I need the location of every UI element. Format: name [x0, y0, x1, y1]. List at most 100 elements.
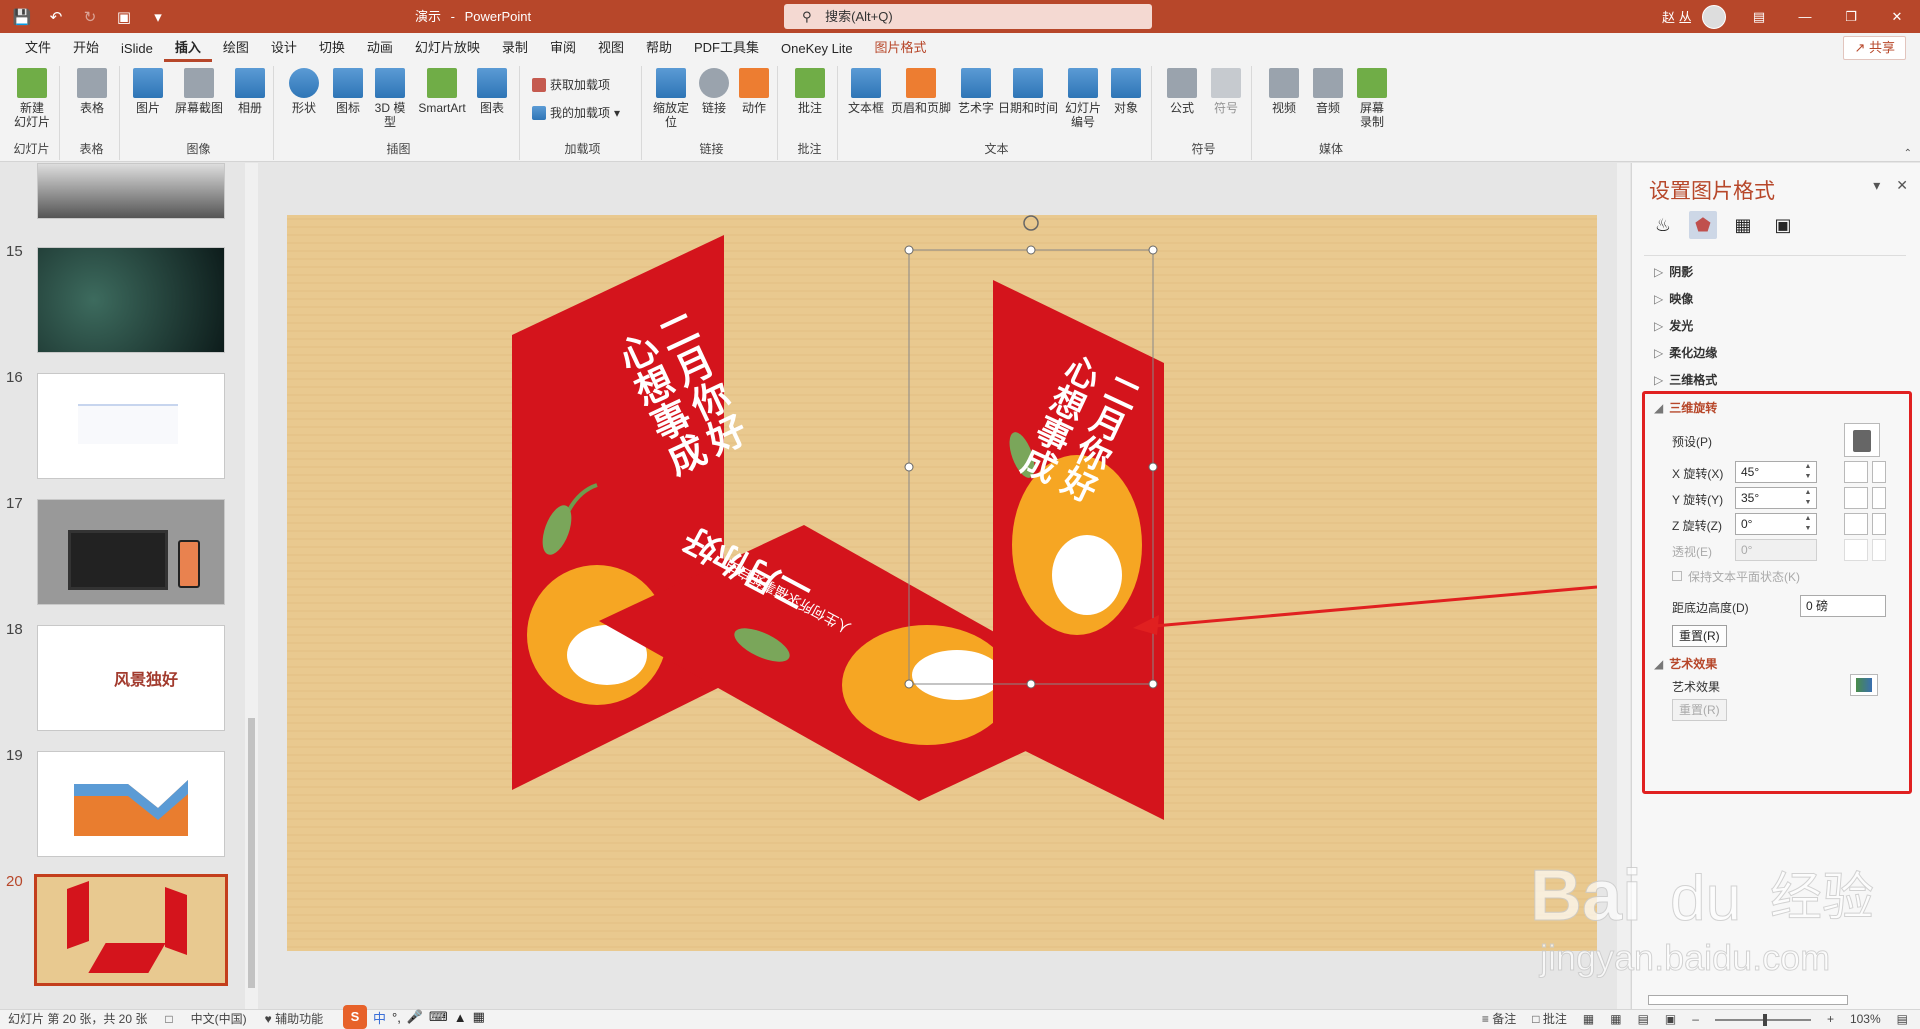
date-time-button[interactable]: 日期和时间 [998, 68, 1058, 115]
accessibility-status[interactable]: ♥ 辅助功能 [265, 1010, 323, 1029]
table-button[interactable]: 表格 [72, 68, 112, 115]
tab-3[interactable]: 插入 [163, 37, 212, 62]
tab-14[interactable]: OneKey Lite [770, 41, 864, 62]
tab-8[interactable]: 幻灯片放映 [404, 37, 491, 62]
slideshow-icon[interactable]: ▣ [1665, 1010, 1676, 1029]
comment-button[interactable]: 批注 [792, 68, 828, 115]
ime-mode[interactable]: 中 [373, 1008, 386, 1027]
reading-view-icon[interactable]: ▤ [1638, 1010, 1649, 1029]
sogou-icon[interactable]: S [343, 1005, 367, 1029]
wordart-button[interactable]: 艺术字 [956, 68, 996, 115]
zoom-level[interactable]: 103% [1850, 1010, 1881, 1029]
textbox-button[interactable]: 文本框 [846, 68, 886, 115]
tab-12[interactable]: 帮助 [635, 37, 683, 62]
zoom-out-icon[interactable]: – [1692, 1010, 1699, 1029]
tab-10[interactable]: 审阅 [539, 37, 587, 62]
tab-0[interactable]: 文件 [14, 37, 62, 62]
link-button[interactable]: 链接 [696, 68, 732, 115]
save-icon[interactable]: 💾 [12, 8, 32, 26]
picture-tab-icon[interactable]: ▣ [1769, 211, 1797, 239]
size-properties-tab-icon[interactable]: ▦ [1729, 211, 1757, 239]
skin-icon[interactable]: ▲ [454, 1010, 467, 1025]
tab-9[interactable]: 录制 [491, 37, 539, 62]
restore-icon[interactable]: ❐ [1828, 0, 1874, 33]
chart-button[interactable]: 图表 [474, 68, 510, 115]
scroll-thumb[interactable] [248, 718, 255, 988]
shapes-button[interactable]: 形状 [286, 68, 322, 115]
close-icon[interactable]: ✕ [1874, 0, 1920, 33]
thumbnail-scrollbar[interactable] [245, 163, 258, 1009]
thumbnail-row[interactable]: 17 [0, 495, 262, 605]
thumbnail-14[interactable] [37, 163, 225, 219]
user-area[interactable]: 赵 丛 [1662, 0, 1726, 33]
my-addins-button[interactable]: 我的加载项 ▾ [532, 106, 620, 120]
tab-5[interactable]: 设计 [260, 37, 308, 62]
zoom-button[interactable]: 缩放定 位 [650, 68, 692, 129]
audio-button[interactable]: 音频 [1310, 68, 1346, 115]
notes-button[interactable]: ≡ 备注 [1482, 1010, 1516, 1029]
slide-number-button[interactable]: 幻灯片 编号 [1062, 68, 1104, 129]
microphone-icon[interactable]: 🎤 [407, 1009, 423, 1025]
pane-options-icon[interactable]: ▾ [1873, 177, 1880, 194]
pane-close-icon[interactable]: ✕ [1896, 177, 1908, 194]
screenshot-button[interactable]: 屏幕截图 [174, 68, 224, 115]
collapse-ribbon-icon[interactable]: ⌃ [1904, 148, 1912, 159]
thumbnail-row[interactable]: 19 [0, 747, 262, 857]
symbol-button[interactable]: 符号 [1208, 68, 1244, 115]
section-reflection[interactable]: ▷ 映像 [1654, 290, 1693, 307]
section-soft-edges[interactable]: ▷ 柔化边缘 [1654, 344, 1717, 361]
pictures-button[interactable]: 图片 [130, 68, 166, 115]
album-button[interactable]: 相册 [232, 68, 268, 115]
slide-20[interactable]: 二月你好 心想事成 二月你好 人生何所求福事如自由 二月你好 心想事成 [287, 215, 1597, 951]
tab-15[interactable]: 图片格式 [864, 37, 938, 62]
language-indicator[interactable]: 中文(中国) [191, 1010, 247, 1029]
spellcheck-icon[interactable]: □ [165, 1010, 172, 1029]
screen-record-button[interactable]: 屏幕 录制 [1352, 68, 1392, 129]
section-glow[interactable]: ▷ 发光 [1654, 317, 1693, 334]
zoom-slider[interactable] [1714, 1013, 1811, 1026]
object-button[interactable]: 对象 [1108, 68, 1144, 115]
ribbon-display-icon[interactable]: ▤ [1736, 0, 1782, 33]
punctuation-icon[interactable]: °, [392, 1010, 401, 1025]
tab-4[interactable]: 绘图 [212, 37, 260, 62]
tab-1[interactable]: 开始 [62, 37, 110, 62]
thumbnail-row[interactable]: 16 [0, 369, 262, 479]
keyboard-icon[interactable]: ⌨ [429, 1009, 448, 1025]
section-shadow[interactable]: ▷ 阴影 [1654, 263, 1693, 280]
thumbnail-row[interactable]: 20 [0, 873, 262, 986]
slide-sorter-icon[interactable]: ▦ [1610, 1010, 1621, 1029]
zoom-in-icon[interactable]: + [1827, 1010, 1834, 1029]
zoom-slider-thumb[interactable] [1762, 1013, 1767, 1026]
video-button[interactable]: 视频 [1266, 68, 1302, 115]
comments-button[interactable]: □ 批注 [1532, 1010, 1567, 1029]
tab-7[interactable]: 动画 [356, 37, 404, 62]
undo-icon[interactable]: ↶ [46, 8, 66, 26]
customize-qat-icon[interactable]: ▾ [148, 8, 168, 26]
smartart-button[interactable]: SmartArt [414, 68, 470, 115]
thumbnail-16[interactable] [37, 373, 225, 479]
avatar[interactable] [1701, 4, 1726, 29]
fit-to-window-icon[interactable]: ▤ [1897, 1010, 1908, 1029]
thumbnail-18[interactable]: 风景独好 [37, 625, 225, 731]
tab-13[interactable]: PDF工具集 [683, 37, 770, 62]
tab-6[interactable]: 切换 [308, 37, 356, 62]
new-slide-button[interactable]: 新建 幻灯片 [10, 68, 54, 129]
get-addins-button[interactable]: 获取加载项 [532, 78, 610, 92]
header-footer-button[interactable]: 页眉和页脚 [890, 68, 952, 115]
present-icon[interactable]: ▣ [114, 8, 134, 26]
search-box[interactable]: ⚲ 搜索(Alt+Q) [784, 4, 1152, 29]
thumbnail-15[interactable] [37, 247, 225, 353]
thumbnail-20[interactable] [34, 874, 228, 986]
minimize-icon[interactable]: — [1782, 0, 1828, 33]
3d-models-button[interactable]: 3D 模 型 [372, 68, 408, 129]
icons-button[interactable]: 图标 [330, 68, 366, 115]
tab-11[interactable]: 视图 [587, 37, 635, 62]
fill-line-tab-icon[interactable]: ♨ [1649, 211, 1677, 239]
tab-2[interactable]: iSlide [110, 41, 164, 62]
thumbnail-19[interactable] [37, 751, 225, 857]
share-button[interactable]: ↗ 共享 [1843, 36, 1906, 60]
normal-view-icon[interactable]: ▦ [1583, 1010, 1594, 1029]
redo-icon[interactable]: ↻ [80, 8, 100, 26]
thumbnail-row[interactable]: 15 [0, 243, 262, 353]
thumbnail-row[interactable] [0, 163, 262, 233]
